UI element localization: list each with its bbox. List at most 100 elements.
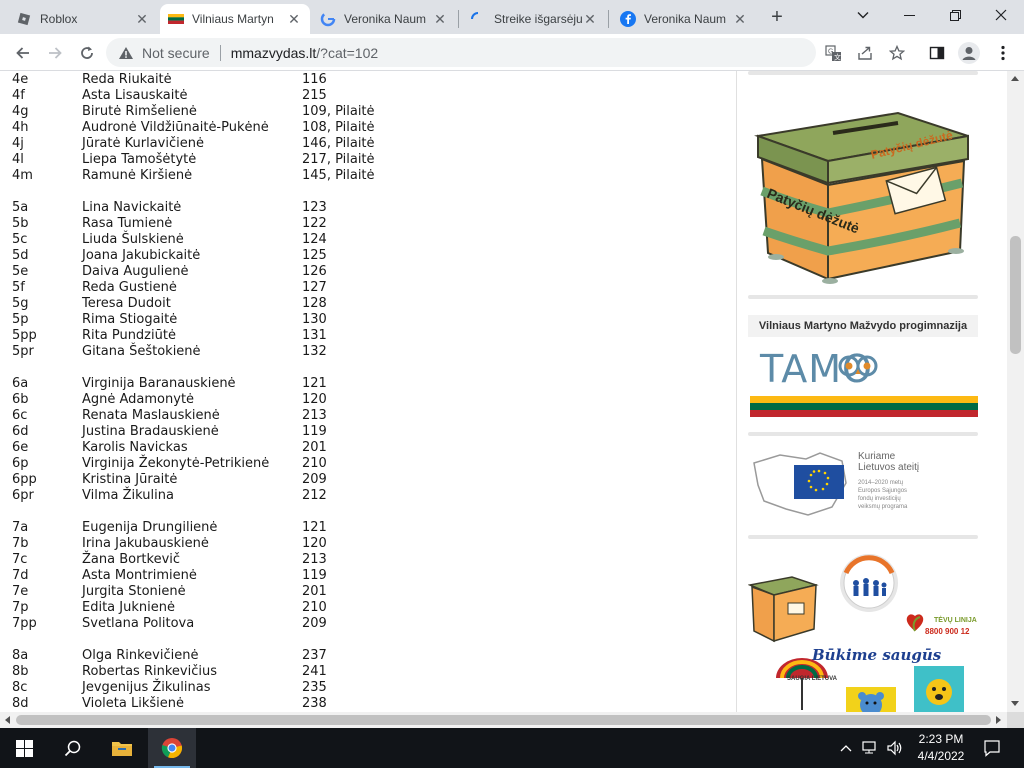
network-icon[interactable] — [860, 728, 882, 768]
start-button[interactable] — [0, 728, 48, 768]
vertical-scrollbar[interactable] — [1007, 71, 1024, 712]
address-separator — [219, 44, 221, 61]
class-code: 4f — [12, 88, 25, 103]
flag-stripe-green — [750, 403, 978, 410]
class-code: 5p — [12, 312, 29, 327]
teacher-name: Asta Lisauskaitė — [82, 88, 188, 103]
class-code: 6pp — [12, 472, 37, 487]
restore-button[interactable] — [932, 0, 978, 30]
room-number: 217, Pilaitė — [302, 152, 375, 167]
room-number: 145, Pilaitė — [302, 168, 375, 183]
close-tab-icon[interactable]: ✕ — [732, 11, 748, 27]
teacher-name: Virginija Žekonytė-Petrikienė — [82, 456, 270, 471]
close-tab-icon[interactable]: ✕ — [582, 11, 598, 27]
close-window-button[interactable] — [978, 0, 1024, 30]
windows-logo-icon — [15, 739, 33, 757]
bully-box-banner[interactable]: Patyčių dėžutė Patyčių dėžutė — [748, 91, 978, 291]
room-number: 241 — [302, 664, 327, 679]
class-code: 7a — [12, 520, 29, 535]
tab-roblox[interactable]: Roblox ✕ — [8, 4, 158, 34]
vertical-scroll-thumb[interactable] — [1010, 236, 1021, 354]
translate-icon[interactable]: G文 — [820, 40, 846, 66]
teacher-name: Jurgita Stonienė — [82, 584, 186, 599]
tab-facebook[interactable]: Veronika Naum ✕ — [612, 4, 756, 34]
room-number: 127 — [302, 280, 327, 295]
tab-separator — [608, 10, 609, 28]
url-host: mmazvydas.lt — [230, 44, 317, 61]
scroll-up-arrow-icon[interactable] — [1011, 76, 1019, 81]
menu-kebab-icon[interactable] — [990, 40, 1016, 66]
teacher-name: Teresa Dudoit — [82, 296, 171, 311]
class-code: 7b — [12, 536, 29, 551]
teacher-name: Audronė Vildžiūnaitė-Pukėnė — [82, 120, 269, 135]
sidebar-divider — [736, 71, 737, 712]
minimize-button[interactable] — [886, 0, 932, 30]
class-code: 6pr — [12, 488, 34, 503]
action-center-button[interactable] — [980, 728, 1004, 768]
side-panel-icon[interactable] — [924, 40, 950, 66]
scroll-down-arrow-icon[interactable] — [1011, 701, 1019, 706]
tab-streike[interactable]: Streike išgarsėju ✕ — [462, 4, 606, 34]
close-tab-icon[interactable]: ✕ — [134, 11, 150, 27]
teacher-name: Gitana Šeštokienė — [82, 344, 201, 359]
class-code: 6c — [12, 408, 28, 423]
forward-button[interactable] — [42, 40, 68, 66]
tab-google-search[interactable]: Veronika Naum ✕ — [312, 4, 456, 34]
profile-avatar-icon[interactable] — [956, 40, 982, 66]
new-tab-button[interactable]: + — [766, 7, 788, 29]
class-code: 5pp — [12, 328, 37, 343]
horizontal-scrollbar[interactable] — [0, 712, 1007, 728]
teacher-name: Jevgenijus Žikulinas — [82, 680, 211, 695]
tab-title: Vilniaus Martyn — [192, 12, 274, 26]
tab-search-chevron-icon[interactable] — [840, 0, 886, 30]
search-button[interactable] — [48, 728, 96, 768]
system-clock[interactable]: 2:23 PM 4/4/2022 — [906, 731, 976, 765]
share-icon[interactable] — [852, 40, 878, 66]
close-tab-icon[interactable]: ✕ — [432, 11, 448, 27]
sidebar-rule — [748, 535, 978, 539]
security-label[interactable]: Not secure — [142, 45, 210, 61]
scrollbar-corner — [1007, 712, 1024, 728]
class-code: 4m — [12, 168, 33, 183]
reload-button[interactable] — [74, 40, 100, 66]
horizontal-scroll-thumb[interactable] — [16, 715, 991, 725]
bear-icon — [846, 687, 896, 712]
class-code: 5b — [12, 216, 29, 231]
warning-triangle-icon[interactable] — [118, 46, 134, 60]
room-number: 109, Pilaitė — [302, 104, 375, 119]
teacher-name: Žana Bortkevič — [82, 552, 181, 567]
room-number: 124 — [302, 232, 327, 247]
teacher-name: Reda Riukaitė — [82, 72, 172, 87]
class-code: 8b — [12, 664, 29, 679]
tab-strip: Roblox ✕ Vilniaus Martyn ✕ Veronika Naum… — [0, 0, 1024, 34]
room-number: 213 — [302, 552, 327, 567]
class-code: 4l — [12, 152, 24, 167]
room-number: 120 — [302, 392, 327, 407]
class-code: 5a — [12, 200, 29, 215]
scroll-right-arrow-icon[interactable] — [996, 716, 1001, 724]
teacher-name: Rita Pundziūtė — [82, 328, 176, 343]
chrome-taskbar-button[interactable] — [148, 728, 196, 768]
address-bar[interactable]: Not secure mmazvydas.lt /?cat=102 — [106, 38, 816, 67]
roblox-icon — [16, 11, 32, 27]
file-explorer-button[interactable] — [98, 728, 146, 768]
class-code: 6a — [12, 376, 29, 391]
teacher-name: Vilma Žikulina — [82, 488, 174, 503]
close-tab-icon[interactable]: ✕ — [286, 11, 302, 27]
teacher-name: Rasa Tumienė — [82, 216, 173, 231]
teacher-name: Olga Rinkevičienė — [82, 648, 199, 663]
room-number: 125 — [302, 248, 327, 263]
school-name: Vilniaus Martyno Mažvydo progimnazija — [748, 315, 978, 337]
tab-vilniaus[interactable]: Vilniaus Martyn ✕ — [160, 4, 310, 34]
back-button[interactable] — [10, 40, 36, 66]
scroll-left-arrow-icon[interactable] — [5, 716, 10, 724]
room-number: 119 — [302, 568, 327, 583]
bookmark-star-icon[interactable] — [884, 40, 910, 66]
volume-icon[interactable] — [884, 728, 906, 768]
eu-small-line: Europos Sąjungos — [858, 488, 908, 494]
heart-leaf-icon — [906, 614, 924, 632]
show-hidden-icons-chevron[interactable] — [836, 728, 856, 768]
tab-title: Streike išgarsėju — [494, 12, 582, 26]
class-code: 6e — [12, 440, 29, 455]
sidebar-rule — [748, 295, 978, 299]
